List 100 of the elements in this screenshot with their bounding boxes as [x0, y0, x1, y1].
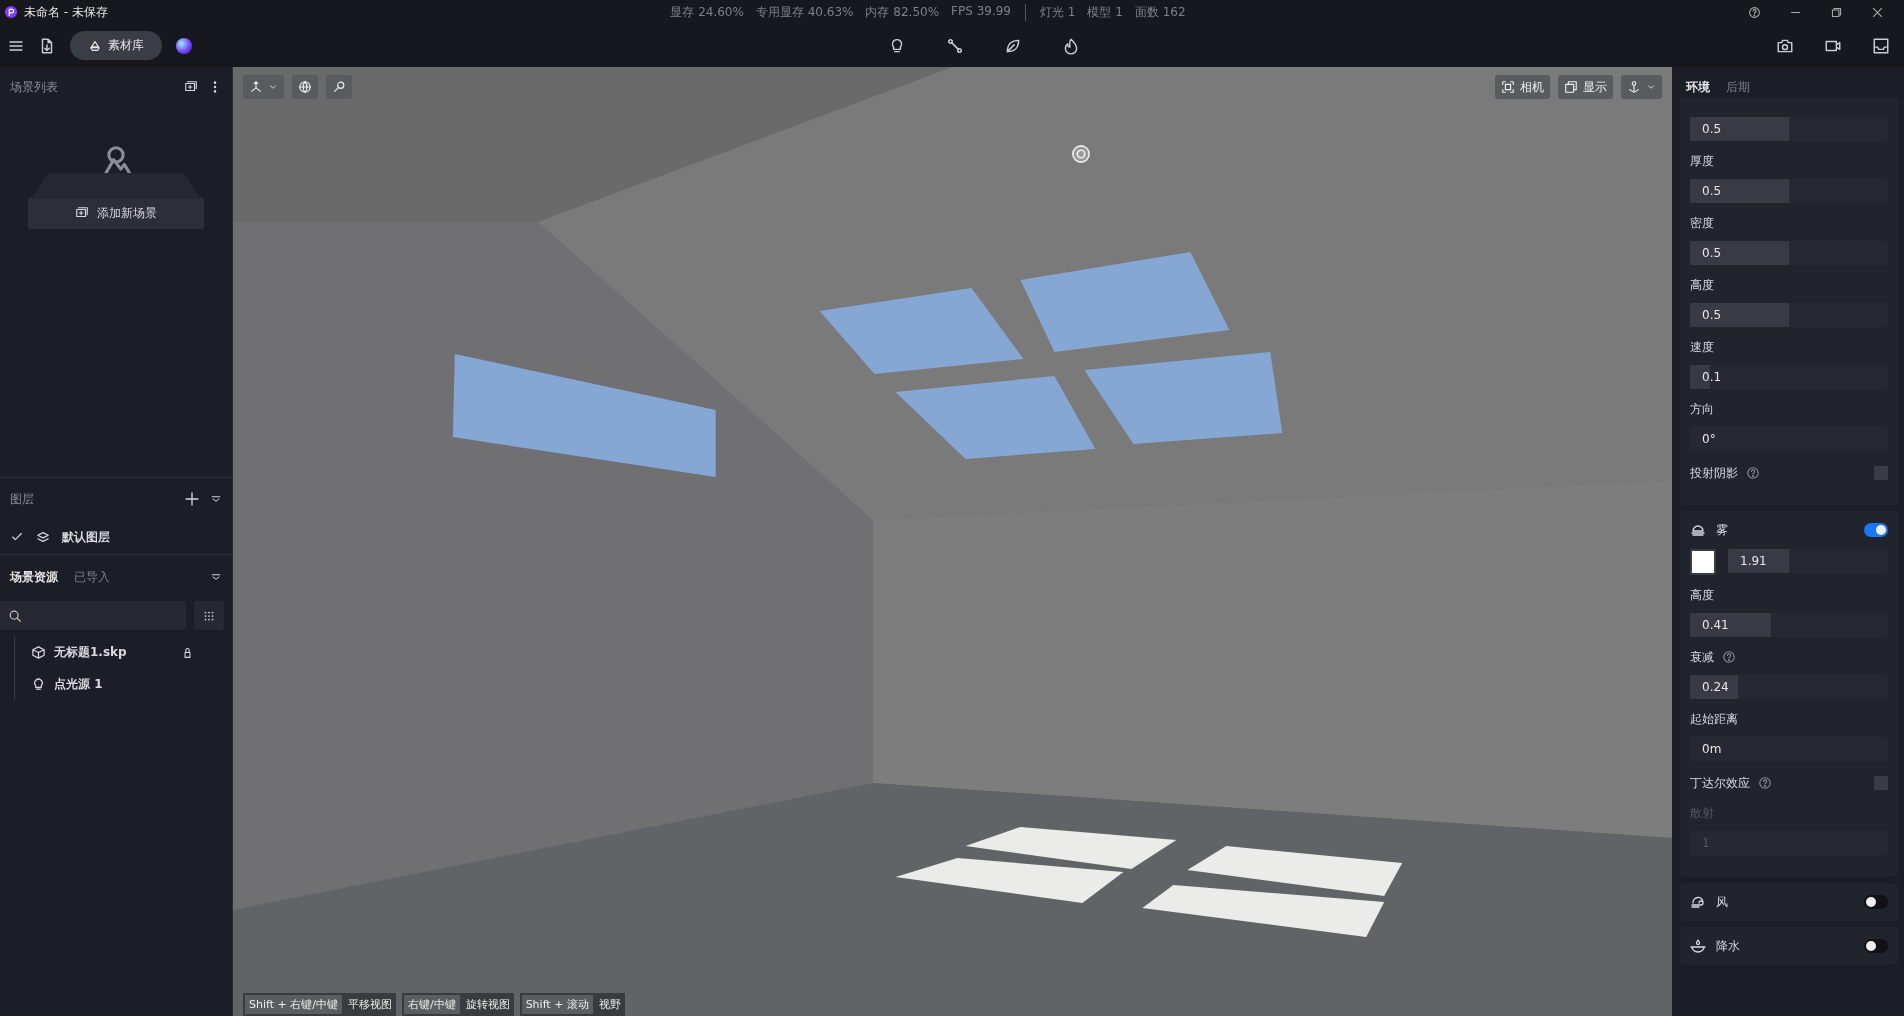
caret-icon [1646, 82, 1656, 92]
window-title: 未命名 - 未保存 [24, 3, 108, 21]
cube-icon [31, 644, 46, 660]
value-slider[interactable]: 0.5 [1690, 241, 1888, 265]
restore-icon[interactable] [1830, 5, 1843, 19]
add-scene-icon[interactable] [184, 80, 198, 94]
value-field[interactable]: 0° [1690, 427, 1888, 451]
rain-icon [1690, 938, 1706, 954]
axes-icon [249, 80, 263, 94]
layer-name[interactable]: 默认图层 [62, 528, 110, 546]
property-label: 高度 [1690, 276, 1714, 294]
value-slider[interactable]: 0.5 [1690, 303, 1888, 327]
value-text: 0.1 [1702, 369, 1722, 386]
value-text: 0.5 [1702, 245, 1722, 262]
node-icon[interactable] [946, 36, 964, 55]
value-text: 0.5 [1702, 121, 1722, 138]
close-icon[interactable] [1871, 5, 1884, 19]
stat-text: 内存 82.50% [865, 3, 940, 21]
panel-tab[interactable]: 场景资源 [10, 568, 58, 586]
value-field[interactable]: 0m [1690, 737, 1888, 761]
help-icon[interactable] [1758, 776, 1772, 790]
app-logo-icon [4, 5, 18, 19]
color-swatch[interactable] [1690, 549, 1716, 575]
shortcut-action: 视野 [598, 997, 621, 1012]
section-title: 风 [1716, 893, 1729, 911]
shortcut-keys: Shift + 滚动 [521, 995, 593, 1014]
value-slider[interactable]: 0.24 [1690, 675, 1888, 699]
add-scene-icon [75, 206, 89, 220]
property-label: 速度 [1690, 338, 1714, 356]
value-slider[interactable]: 0.41 [1690, 613, 1888, 637]
viewport-button[interactable]: 相机 [1495, 75, 1550, 99]
property-label: 丁达尔效应 [1690, 774, 1750, 792]
collapse-icon[interactable] [210, 493, 222, 505]
value-text: 0.5 [1702, 307, 1722, 324]
checkbox[interactable] [1874, 776, 1888, 790]
viewport-button[interactable]: 显示 [1558, 75, 1613, 99]
property-label: 厚度 [1690, 152, 1714, 170]
value-text: 0° [1702, 431, 1716, 448]
boat-icon [88, 38, 102, 53]
property-label: 起始距离 [1690, 710, 1738, 728]
search-icon [8, 608, 22, 623]
globe-icon [298, 80, 312, 94]
frame-icon [1501, 80, 1515, 94]
box-icon [1564, 80, 1578, 94]
grid-view-button[interactable] [194, 601, 224, 630]
axis-dropdown[interactable] [243, 75, 284, 99]
stat-text: 模型 1 [1087, 3, 1123, 21]
value-text: 0.24 [1702, 679, 1729, 696]
search-field[interactable] [0, 601, 186, 630]
stat-text: 显存 24.60% [670, 3, 744, 21]
property-label: 方向 [1690, 400, 1714, 418]
stat-text: FPS 39.99 [951, 3, 1011, 20]
value-slider[interactable]: 0.1 [1690, 365, 1888, 389]
add-icon[interactable] [184, 491, 200, 507]
panel-tab[interactable]: 已导入 [74, 568, 110, 586]
section-title: 雾 [1716, 521, 1729, 539]
library-button[interactable]: 素材库 [70, 31, 162, 60]
sphere-icon[interactable] [176, 37, 192, 54]
help-icon[interactable] [1746, 466, 1760, 480]
toggle-switch[interactable] [1864, 523, 1888, 537]
help-icon[interactable] [1722, 650, 1736, 664]
shortcut-keys: 右键/中键 [403, 995, 460, 1014]
lock-icon[interactable] [181, 645, 194, 659]
stat-text: 面数 162 [1134, 3, 1186, 21]
value-text: 0.41 [1702, 617, 1729, 634]
fog-icon [1690, 522, 1706, 538]
property-label: 高度 [1690, 586, 1714, 604]
tree-item[interactable]: 点光源 1 [54, 675, 194, 693]
flame-icon[interactable] [1062, 36, 1080, 55]
value-slider[interactable]: 0.5 [1690, 117, 1888, 141]
property-label: 衰减 [1690, 648, 1714, 666]
light-source-icon[interactable] [1071, 144, 1091, 164]
inbox-icon[interactable] [1872, 36, 1890, 55]
bulb-icon [31, 676, 46, 692]
stat-text: 灯光 1 [1040, 3, 1076, 21]
property-label: 密度 [1690, 214, 1714, 232]
panel-title: 图层 [10, 490, 35, 508]
panel-tab[interactable]: 后期 [1726, 78, 1750, 96]
toggle-switch[interactable] [1864, 895, 1888, 909]
panel-title: 场景列表 [10, 78, 59, 96]
checkbox[interactable] [1874, 466, 1888, 480]
panel-tab[interactable]: 环境 [1686, 78, 1710, 96]
globe-button[interactable] [292, 75, 318, 99]
shortcut-action: 旋转视图 [465, 997, 510, 1012]
add-scene-button[interactable]: 添加新场景 [28, 197, 204, 229]
shortcut-action: 平移视图 [347, 997, 392, 1012]
caret-icon [268, 82, 278, 92]
collapse-icon[interactable] [210, 571, 222, 583]
value-slider[interactable]: 1.91 [1728, 549, 1888, 573]
value-text: 0.5 [1702, 183, 1722, 200]
value-text: 0m [1702, 741, 1722, 758]
value-slider[interactable]: 0.5 [1690, 179, 1888, 203]
property-label: 投射阴影 [1690, 464, 1738, 482]
help-icon[interactable] [1748, 5, 1761, 19]
stat-text: 专用显存 40.63% [755, 3, 854, 21]
value-text: 1.91 [1740, 553, 1767, 570]
toggle-switch[interactable] [1864, 939, 1888, 953]
tree-item[interactable]: 无标题1.skp [54, 643, 173, 661]
section-title: 降水 [1716, 937, 1741, 955]
layers-icon [36, 530, 50, 544]
